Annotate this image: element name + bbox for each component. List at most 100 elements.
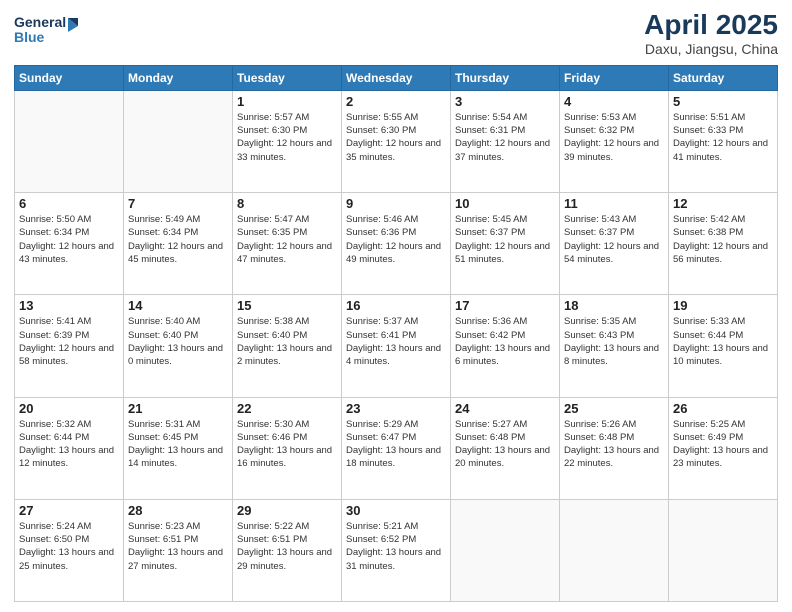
day-number: 29: [237, 503, 337, 518]
logo: GeneralBlue: [14, 10, 84, 50]
cell-details: Sunrise: 5:45 AM Sunset: 6:37 PM Dayligh…: [455, 213, 555, 266]
cell-details: Sunrise: 5:43 AM Sunset: 6:37 PM Dayligh…: [564, 213, 664, 266]
svg-text:Blue: Blue: [14, 29, 45, 45]
cell-details: Sunrise: 5:53 AM Sunset: 6:32 PM Dayligh…: [564, 111, 664, 164]
calendar-table: Sunday Monday Tuesday Wednesday Thursday…: [14, 65, 778, 602]
day-number: 25: [564, 401, 664, 416]
day-number: 14: [128, 298, 228, 313]
calendar-cell: 10 Sunrise: 5:45 AM Sunset: 6:37 PM Dayli…: [451, 193, 560, 295]
cell-details: Sunrise: 5:51 AM Sunset: 6:33 PM Dayligh…: [673, 111, 773, 164]
cell-details: Sunrise: 5:23 AM Sunset: 6:51 PM Dayligh…: [128, 520, 228, 573]
day-number: 27: [19, 503, 119, 518]
cell-details: Sunrise: 5:35 AM Sunset: 6:43 PM Dayligh…: [564, 315, 664, 368]
cell-details: Sunrise: 5:37 AM Sunset: 6:41 PM Dayligh…: [346, 315, 446, 368]
cell-details: Sunrise: 5:40 AM Sunset: 6:40 PM Dayligh…: [128, 315, 228, 368]
calendar-cell: 22 Sunrise: 5:30 AM Sunset: 6:46 PM Dayli…: [233, 397, 342, 499]
calendar-cell: 25 Sunrise: 5:26 AM Sunset: 6:48 PM Dayli…: [560, 397, 669, 499]
calendar-cell: 13 Sunrise: 5:41 AM Sunset: 6:39 PM Dayli…: [15, 295, 124, 397]
cell-details: Sunrise: 5:33 AM Sunset: 6:44 PM Dayligh…: [673, 315, 773, 368]
day-number: 21: [128, 401, 228, 416]
col-friday: Friday: [560, 65, 669, 90]
cell-details: Sunrise: 5:42 AM Sunset: 6:38 PM Dayligh…: [673, 213, 773, 266]
day-number: 9: [346, 196, 446, 211]
day-number: 22: [237, 401, 337, 416]
calendar-cell: 16Sunrise: 5:37 AM Sunset: 6:41 PM Dayli…: [342, 295, 451, 397]
cell-details: Sunrise: 5:36 AM Sunset: 6:42 PM Dayligh…: [455, 315, 555, 368]
cell-details: Sunrise: 5:31 AM Sunset: 6:45 PM Dayligh…: [128, 418, 228, 471]
day-number: 20: [19, 401, 119, 416]
calendar-cell: 28 Sunrise: 5:23 AM Sunset: 6:51 PM Dayli…: [124, 499, 233, 601]
calendar-cell: 1 Sunrise: 5:57 AM Sunset: 6:30 PM Daylig…: [233, 90, 342, 192]
page: GeneralBlue April 2025 Daxu, Jiangsu, Ch…: [0, 0, 792, 612]
calendar-cell: 21 Sunrise: 5:31 AM Sunset: 6:45 PM Dayli…: [124, 397, 233, 499]
day-number: 8: [237, 196, 337, 211]
calendar-cell: 4 Sunrise: 5:53 AM Sunset: 6:32 PM Daylig…: [560, 90, 669, 192]
calendar-cell: 5 Sunrise: 5:51 AM Sunset: 6:33 PM Daylig…: [669, 90, 778, 192]
calendar-cell: 29 Sunrise: 5:22 AM Sunset: 6:51 PM Dayli…: [233, 499, 342, 601]
day-number: 2: [346, 94, 446, 109]
cell-details: Sunrise: 5:57 AM Sunset: 6:30 PM Dayligh…: [237, 111, 337, 164]
main-title: April 2025: [644, 10, 778, 41]
calendar-cell: 20Sunrise: 5:32 AM Sunset: 6:44 PM Dayli…: [15, 397, 124, 499]
day-number: 5: [673, 94, 773, 109]
calendar-cell: 7Sunrise: 5:49 AM Sunset: 6:34 PM Daylig…: [124, 193, 233, 295]
calendar-cell: 24 Sunrise: 5:27 AM Sunset: 6:48 PM Dayli…: [451, 397, 560, 499]
day-number: 12: [673, 196, 773, 211]
cell-details: Sunrise: 5:29 AM Sunset: 6:47 PM Dayligh…: [346, 418, 446, 471]
cell-details: Sunrise: 5:26 AM Sunset: 6:48 PM Dayligh…: [564, 418, 664, 471]
col-sunday: Sunday: [15, 65, 124, 90]
day-number: 26: [673, 401, 773, 416]
calendar-cell: 8Sunrise: 5:47 AM Sunset: 6:35 PM Daylig…: [233, 193, 342, 295]
calendar-cell: 23 Sunrise: 5:29 AM Sunset: 6:47 PM Dayli…: [342, 397, 451, 499]
day-number: 24: [455, 401, 555, 416]
calendar-cell: 17 Sunrise: 5:36 AM Sunset: 6:42 PM Dayli…: [451, 295, 560, 397]
calendar-cell: 12 Sunrise: 5:42 AM Sunset: 6:38 PM Dayli…: [669, 193, 778, 295]
calendar-cell: 11Sunrise: 5:43 AM Sunset: 6:37 PM Dayli…: [560, 193, 669, 295]
calendar-cell: [124, 90, 233, 192]
calendar-week-1: 1 Sunrise: 5:57 AM Sunset: 6:30 PM Daylig…: [15, 90, 778, 192]
cell-details: Sunrise: 5:21 AM Sunset: 6:52 PM Dayligh…: [346, 520, 446, 573]
day-number: 3: [455, 94, 555, 109]
calendar-cell: 27Sunrise: 5:24 AM Sunset: 6:50 PM Dayli…: [15, 499, 124, 601]
day-number: 1: [237, 94, 337, 109]
calendar-week-3: 13 Sunrise: 5:41 AM Sunset: 6:39 PM Dayli…: [15, 295, 778, 397]
col-wednesday: Wednesday: [342, 65, 451, 90]
calendar-cell: [669, 499, 778, 601]
cell-details: Sunrise: 5:41 AM Sunset: 6:39 PM Dayligh…: [19, 315, 119, 368]
calendar-week-5: 27Sunrise: 5:24 AM Sunset: 6:50 PM Dayli…: [15, 499, 778, 601]
day-number: 28: [128, 503, 228, 518]
calendar-cell: 6 Sunrise: 5:50 AM Sunset: 6:34 PM Daylig…: [15, 193, 124, 295]
logo-svg: GeneralBlue: [14, 10, 84, 50]
day-number: 23: [346, 401, 446, 416]
calendar-cell: 26Sunrise: 5:25 AM Sunset: 6:49 PM Dayli…: [669, 397, 778, 499]
subtitle: Daxu, Jiangsu, China: [644, 41, 778, 57]
calendar-cell: 14 Sunrise: 5:40 AM Sunset: 6:40 PM Dayli…: [124, 295, 233, 397]
cell-details: Sunrise: 5:50 AM Sunset: 6:34 PM Dayligh…: [19, 213, 119, 266]
header: GeneralBlue April 2025 Daxu, Jiangsu, Ch…: [14, 10, 778, 57]
calendar-cell: 2Sunrise: 5:55 AM Sunset: 6:30 PM Daylig…: [342, 90, 451, 192]
cell-details: Sunrise: 5:38 AM Sunset: 6:40 PM Dayligh…: [237, 315, 337, 368]
day-number: 15: [237, 298, 337, 313]
cell-details: Sunrise: 5:46 AM Sunset: 6:36 PM Dayligh…: [346, 213, 446, 266]
cell-details: Sunrise: 5:27 AM Sunset: 6:48 PM Dayligh…: [455, 418, 555, 471]
day-number: 4: [564, 94, 664, 109]
col-thursday: Thursday: [451, 65, 560, 90]
calendar-week-4: 20Sunrise: 5:32 AM Sunset: 6:44 PM Dayli…: [15, 397, 778, 499]
calendar-cell: 30Sunrise: 5:21 AM Sunset: 6:52 PM Dayli…: [342, 499, 451, 601]
day-number: 6: [19, 196, 119, 211]
day-number: 13: [19, 298, 119, 313]
calendar-cell: [15, 90, 124, 192]
day-number: 18: [564, 298, 664, 313]
svg-text:General: General: [14, 14, 66, 30]
col-monday: Monday: [124, 65, 233, 90]
calendar-cell: 19Sunrise: 5:33 AM Sunset: 6:44 PM Dayli…: [669, 295, 778, 397]
cell-details: Sunrise: 5:22 AM Sunset: 6:51 PM Dayligh…: [237, 520, 337, 573]
col-saturday: Saturday: [669, 65, 778, 90]
day-number: 10: [455, 196, 555, 211]
calendar-cell: 18 Sunrise: 5:35 AM Sunset: 6:43 PM Dayli…: [560, 295, 669, 397]
day-number: 17: [455, 298, 555, 313]
calendar-header-row: Sunday Monday Tuesday Wednesday Thursday…: [15, 65, 778, 90]
calendar-cell: 9 Sunrise: 5:46 AM Sunset: 6:36 PM Daylig…: [342, 193, 451, 295]
cell-details: Sunrise: 5:30 AM Sunset: 6:46 PM Dayligh…: [237, 418, 337, 471]
day-number: 7: [128, 196, 228, 211]
